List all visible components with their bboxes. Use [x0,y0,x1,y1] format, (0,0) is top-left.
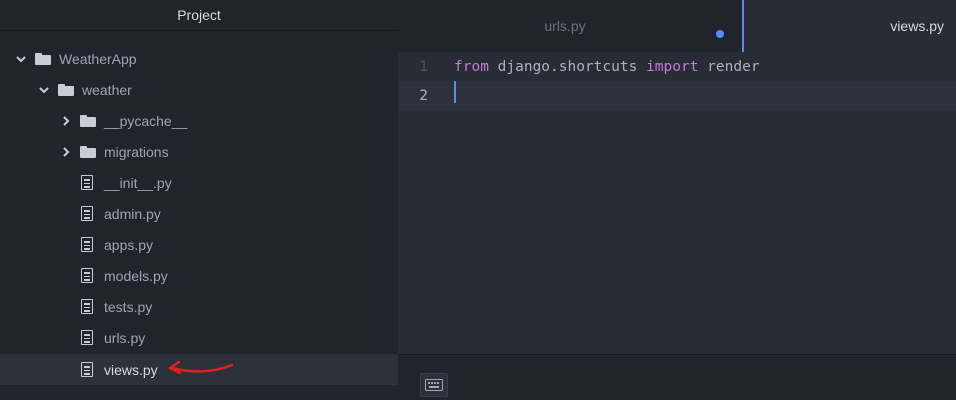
file-text-icon [81,330,93,345]
tree-item-label: tests.py [104,298,153,315]
modified-dot-icon [716,30,724,38]
tree-item-label: WeatherApp [59,50,137,67]
status-bar [398,354,956,400]
tab-label: views.py [890,18,944,34]
keyboard-icon[interactable] [420,373,448,397]
tree-item-apps-py[interactable]: apps.py [0,229,398,260]
project-panel: Project WeatherApp weather __pycache__ m… [0,0,398,400]
line-number: 2 [419,88,428,104]
tree-item-views-py[interactable]: views.py [0,354,398,385]
code-line: 1 from django.shortcuts import render [398,52,956,82]
tree-item-weather[interactable]: weather [0,74,398,105]
tree-item-label: views.py [104,361,158,378]
red-arrow-annotation-icon [166,359,234,380]
tab-label: urls.py [544,18,586,34]
folder-icon [80,114,96,127]
tree-item-models-py[interactable]: models.py [0,260,398,291]
tree-item-admin-py[interactable]: admin.py [0,198,398,229]
tree-item-label: __pycache__ [104,112,188,129]
tree-item-label: apps.py [104,236,154,253]
folder-icon [35,52,51,65]
tree-item-migrations[interactable]: migrations [0,136,398,167]
tree-item-label: admin.py [104,205,161,222]
folder-icon [80,145,96,158]
file-text-icon [81,175,93,190]
editor-pane: urls.py views.py 1 from django.shortcuts… [398,0,956,400]
file-text-icon [81,237,93,252]
project-panel-title: Project [0,0,398,31]
chevron-down-icon[interactable] [16,55,26,63]
code-token: django.shortcuts [488,59,647,75]
tree-item-label: models.py [104,267,168,284]
tree-item-label: urls.py [104,329,146,346]
code-line-current: 2 [398,81,956,111]
tree-item-label: __init__.py [104,174,172,191]
keyword-token: from [454,59,489,75]
tab-urls-py[interactable]: urls.py [398,0,742,52]
file-text-icon [81,206,93,221]
tab-views-py[interactable]: views.py [742,0,956,52]
chevron-right-icon[interactable] [61,146,71,157]
tree-item-label: migrations [104,143,169,160]
text-cursor [454,81,456,103]
code-area[interactable]: 1 from django.shortcuts import render 2 [398,52,956,354]
file-text-icon [81,299,93,314]
line-number: 1 [419,59,428,75]
tree-item-urls-py[interactable]: urls.py [0,322,398,353]
file-text-icon [81,268,93,283]
tab-bar: urls.py views.py [398,0,956,52]
tree-item-pycache[interactable]: __pycache__ [0,105,398,136]
keyword-token: import [646,59,699,75]
file-text-icon [81,362,93,377]
code-token: render [698,59,760,75]
folder-icon [58,83,74,96]
tree-item-tests-py[interactable]: tests.py [0,291,398,322]
tree-item-weatherapp[interactable]: WeatherApp [0,43,398,74]
tree-item-init-py[interactable]: __init__.py [0,167,398,198]
code-text: from django.shortcuts import render [454,59,760,75]
chevron-right-icon[interactable] [61,115,71,126]
tree-item-label: weather [82,81,132,98]
chevron-down-icon[interactable] [39,86,49,94]
